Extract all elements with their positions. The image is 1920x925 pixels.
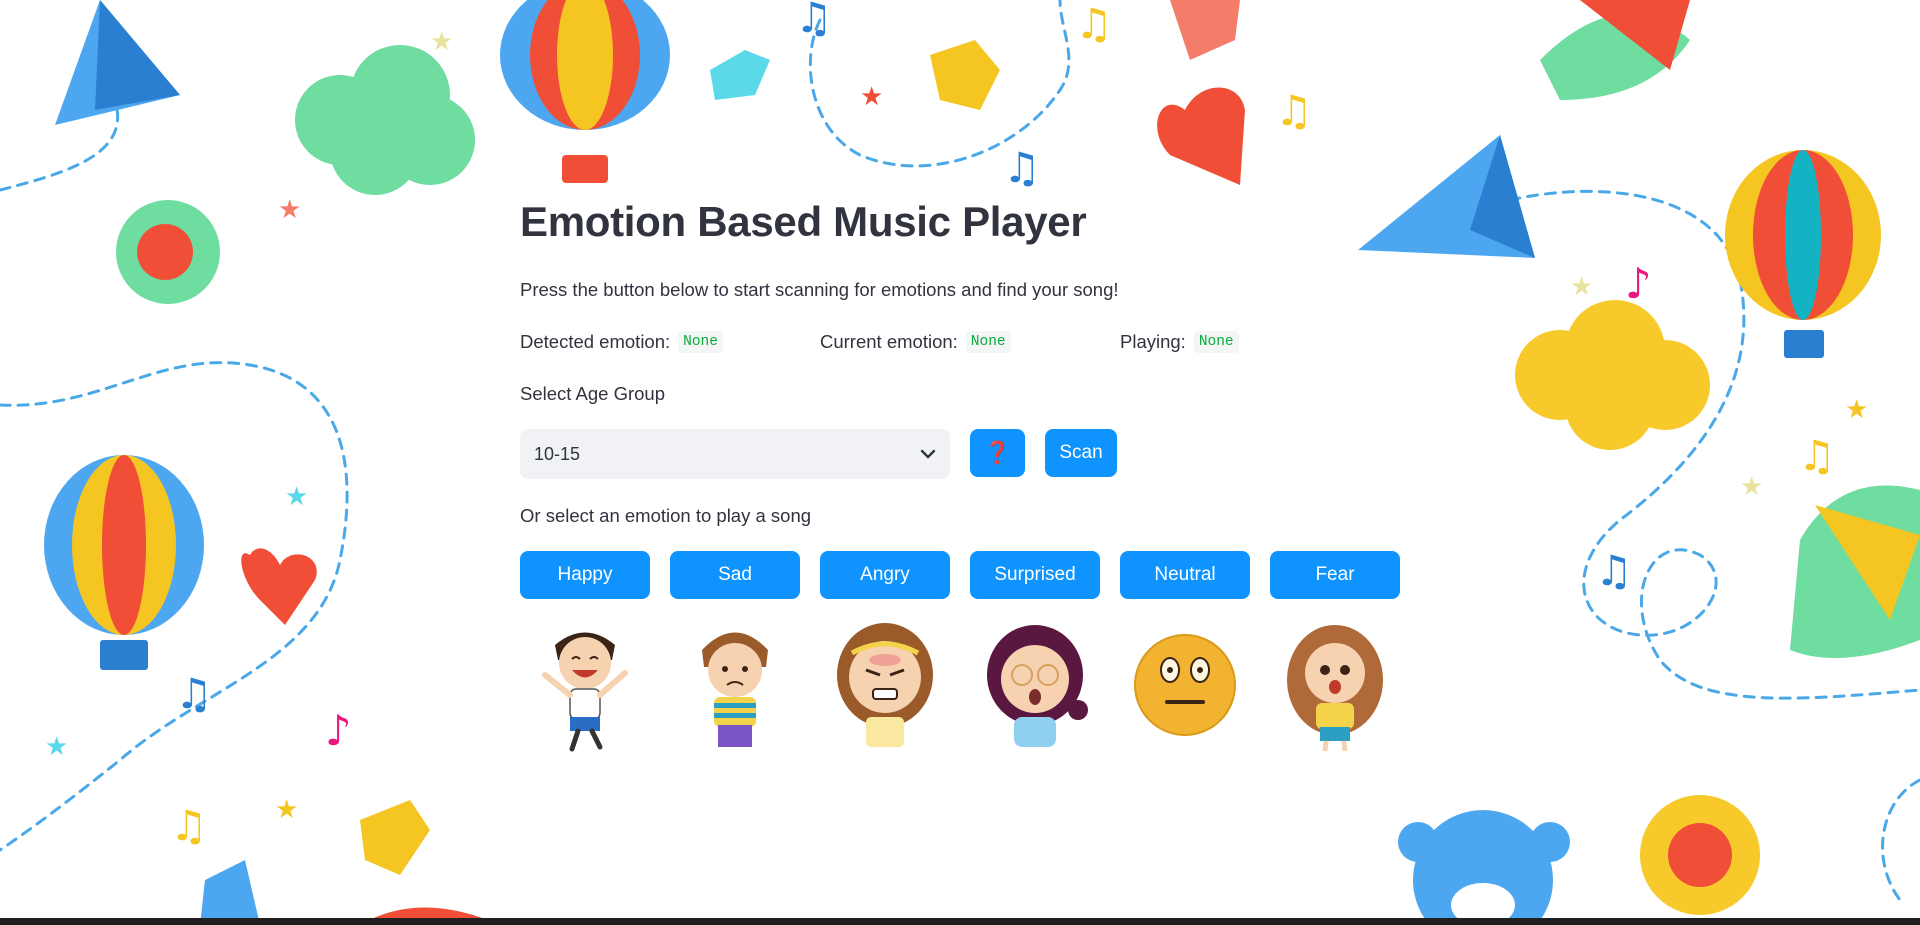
help-button[interactable]: ❓	[970, 429, 1025, 477]
svg-text:♫: ♫	[1275, 86, 1313, 135]
current-emotion-value: None	[965, 331, 1011, 353]
svg-text:♫: ♫	[1595, 546, 1633, 595]
emotion-button-happy[interactable]: Happy	[520, 551, 650, 599]
emotion-button-fear[interactable]: Fear	[1270, 551, 1400, 599]
svg-text:♫: ♫	[1075, 0, 1113, 48]
emotion-select-prompt: Or select an emotion to play a song	[520, 505, 812, 526]
doodle-background: ★ ★ ★ ★ ★ ★ ★ ★ ★ ♫ ♫ ♫ ♫ ♫ ♫ ♪ ♪ ♫ ♫	[0, 0, 1920, 925]
scan-button[interactable]: Scan	[1045, 429, 1117, 477]
emotion-button-surprised[interactable]: Surprised	[970, 551, 1100, 599]
detected-emotion-label: Detected emotion:	[520, 331, 671, 352]
svg-text:♪: ♪	[325, 706, 352, 755]
detected-emotion-value: None	[678, 331, 723, 353]
svg-text:♫: ♫	[1798, 431, 1836, 480]
age-group-selected-value: 10-15	[534, 443, 581, 464]
svg-text:♫: ♫	[170, 801, 208, 850]
svg-text:★: ★	[430, 27, 453, 57]
surprised-kid-image	[987, 625, 1088, 747]
current-emotion-status: Current emotion: None	[820, 331, 1011, 353]
emotion-button-angry[interactable]: Angry	[820, 551, 950, 599]
bottom-bar	[0, 918, 1920, 925]
current-emotion-label: Current emotion:	[820, 331, 958, 352]
happy-kid-image	[542, 632, 628, 752]
playing-status: Playing: None	[1120, 331, 1239, 353]
emotion-button-neutral[interactable]: Neutral	[1120, 551, 1250, 599]
page-title: Emotion Based Music Player	[520, 198, 1087, 245]
intro-text: Press the button below to start scanning…	[520, 279, 1119, 300]
svg-text:★: ★	[45, 732, 68, 762]
angry-kid-image	[837, 623, 933, 747]
playing-value: None	[1193, 331, 1239, 353]
svg-text:★: ★	[285, 482, 308, 512]
svg-text:♪: ♪	[1625, 259, 1652, 308]
sad-kid-image	[702, 632, 768, 747]
neutral-face-image	[1134, 634, 1236, 736]
age-group-select[interactable]: 10-15	[520, 429, 950, 479]
age-group-label: Select Age Group	[520, 383, 666, 404]
svg-text:★: ★	[278, 195, 301, 225]
playing-label: Playing:	[1120, 331, 1186, 352]
svg-text:★: ★	[275, 795, 298, 825]
svg-text:♫: ♫	[795, 0, 833, 42]
svg-text:★: ★	[860, 82, 883, 112]
emotion-button-sad[interactable]: Sad	[670, 551, 800, 599]
svg-text:♫: ♫	[175, 669, 213, 718]
svg-text:★: ★	[1740, 472, 1763, 502]
svg-text:♫: ♫	[1003, 143, 1041, 192]
chevron-down-icon	[920, 449, 936, 459]
detected-emotion-status: Detected emotion: None	[520, 331, 723, 353]
svg-text:★: ★	[1845, 395, 1868, 425]
question-mark-icon: ❓	[983, 440, 1012, 465]
svg-text:★: ★	[1570, 272, 1593, 302]
fear-kid-image	[1287, 625, 1383, 752]
